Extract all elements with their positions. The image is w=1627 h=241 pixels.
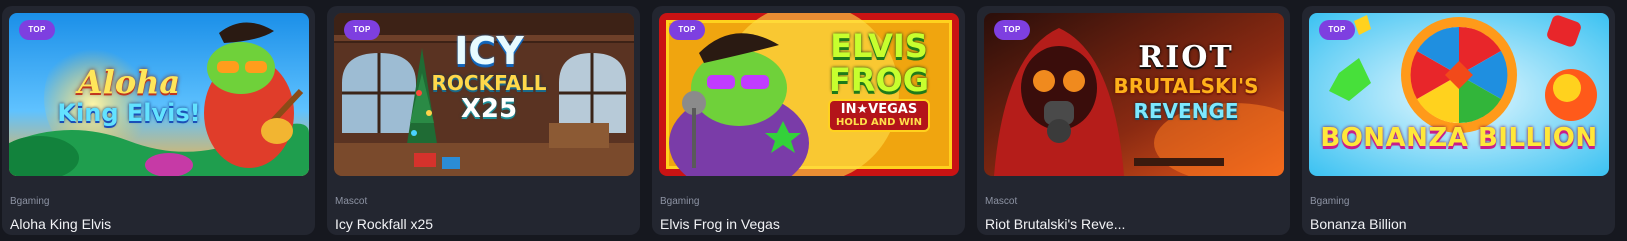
elvis-frog-artwork	[659, 13, 959, 176]
game-provider: Bgaming	[1310, 196, 1350, 207]
game-provider: Mascot	[985, 196, 1018, 207]
game-thumbnail[interactable]: Aloha King Elvis!	[9, 13, 309, 176]
game-title[interactable]: Riot Brutalski's Reve...	[985, 216, 1275, 233]
game-provider: Bgaming	[660, 196, 700, 207]
icy-rockfall-artwork	[334, 13, 634, 176]
game-thumbnail[interactable]: ELVIS FROG IN★VEGAS HOLD AND WIN	[659, 13, 959, 176]
game-card-icy-rockfall-x25[interactable]: TOP ICY ROCKFALL X25 Mascot Icy Rockfall…	[327, 6, 640, 235]
game-title[interactable]: Elvis Frog in Vegas	[660, 216, 950, 233]
game-provider: Bgaming	[10, 196, 50, 207]
top-badge: TOP	[344, 20, 380, 40]
top-badge: TOP	[1319, 20, 1355, 40]
game-card-aloha-king-elvis[interactable]: TOP Aloha King Elvis! Bgaming Aloha King…	[2, 6, 315, 235]
aloha-king-elvis-artwork	[9, 13, 309, 176]
game-card-elvis-frog-in-vegas[interactable]: TOP ELVIS FROG IN★VEGAS HOLD AND WIN Bga…	[652, 6, 965, 235]
bonanza-billion-artwork	[1309, 13, 1609, 176]
game-card-row: TOP Aloha King Elvis! Bgaming Aloha King…	[0, 0, 1627, 241]
game-thumbnail[interactable]: RIOT BRUTALSKI'S REVENGE	[984, 13, 1284, 176]
game-card-bonanza-billion[interactable]: TOP BONANZA BILLION Bgaming Bonanza Bill…	[1302, 6, 1615, 235]
game-card-riot-brutalskis-revenge[interactable]: TOP RIOT BRUTALSKI'S REVENGE Mascot Riot…	[977, 6, 1290, 235]
game-thumbnail[interactable]: BONANZA BILLION	[1309, 13, 1609, 176]
top-badge: TOP	[19, 20, 55, 40]
game-title[interactable]: Aloha King Elvis	[10, 216, 300, 233]
riot-brutalski-artwork	[984, 13, 1284, 176]
game-title[interactable]: Icy Rockfall x25	[335, 216, 625, 233]
game-title[interactable]: Bonanza Billion	[1310, 216, 1600, 233]
top-badge: TOP	[669, 20, 705, 40]
game-provider: Mascot	[335, 196, 368, 207]
top-badge: TOP	[994, 20, 1030, 40]
game-thumbnail[interactable]: ICY ROCKFALL X25	[334, 13, 634, 176]
